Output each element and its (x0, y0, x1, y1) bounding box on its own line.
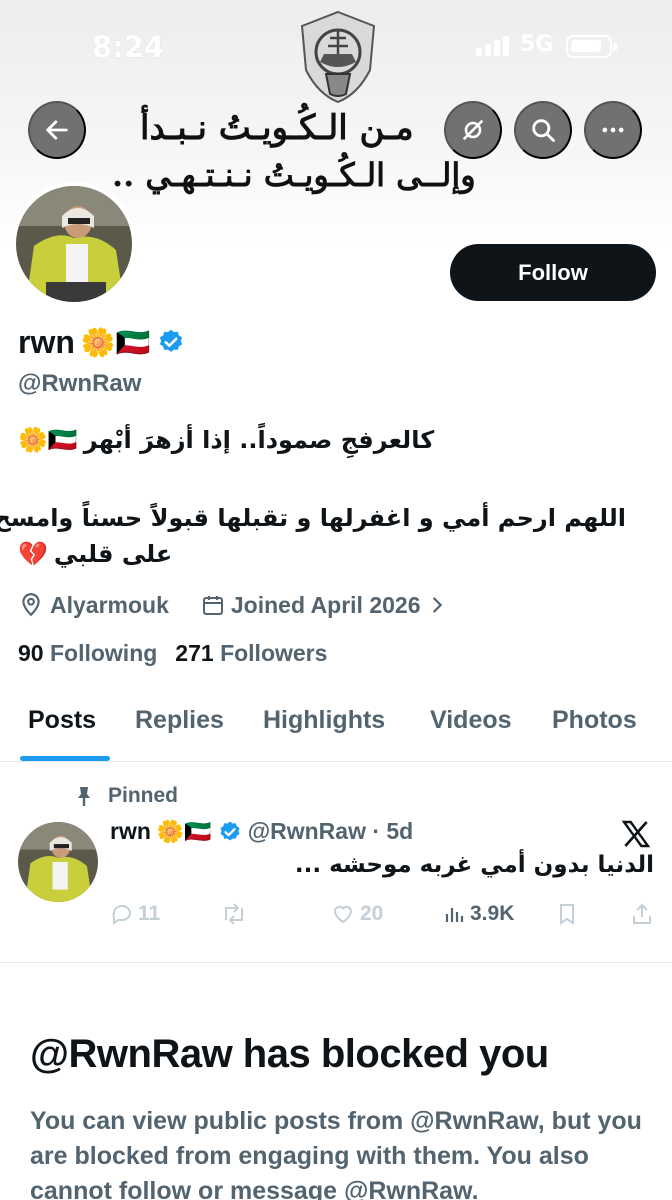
status-time: 8:24 (92, 30, 165, 64)
emblem-icon (300, 10, 376, 104)
post-header: rwn 🌼🇰🇼 @RwnRaw · 5d (110, 818, 413, 845)
location-text: Alyarmouk (50, 591, 169, 618)
like-icon (333, 905, 353, 924)
follow-button[interactable]: Follow (450, 244, 656, 301)
bookmark-button[interactable] (556, 902, 578, 926)
views-count: 3.9K (470, 902, 515, 925)
share-icon (633, 903, 651, 924)
back-arrow-icon (46, 120, 68, 140)
pin-icon (78, 787, 90, 806)
reply-button[interactable]: 11 (110, 902, 160, 926)
profile-tabs: Posts Replies Highlights Videos Photos (0, 690, 672, 762)
broken-heart-emoji: 💔 (18, 540, 48, 568)
followers-link[interactable]: 271 Followers (175, 640, 327, 667)
chevron-right-icon[interactable] (426, 594, 448, 616)
network-type: 5G (520, 32, 554, 57)
following-link[interactable]: 90 Following (18, 640, 157, 667)
tab-highlights[interactable]: Highlights (263, 706, 385, 735)
signal-icon (476, 36, 514, 56)
avatar-image (16, 186, 132, 302)
pinned-label: Pinned (108, 784, 179, 807)
banner-text-line-1: مـن الـكُـويـتُ نـبـدأ (140, 108, 414, 148)
retweet-button[interactable] (220, 902, 248, 926)
spam-icon (462, 119, 484, 141)
profile-name-row: rwn 🌼🇰🇼 (18, 320, 185, 364)
like-button[interactable]: 20 (330, 902, 383, 926)
profile-avatar[interactable] (12, 182, 136, 306)
bookmark-icon (560, 904, 574, 925)
tab-replies[interactable]: Replies (135, 706, 224, 735)
bio-line-3: 💔 على قلبي (18, 540, 172, 568)
battery-icon (566, 35, 617, 58)
bio-line-3-text: على قلبي (53, 540, 173, 568)
reply-count: 11 (138, 902, 161, 925)
verified-badge-icon[interactable] (157, 328, 185, 356)
x-logo-icon (621, 820, 651, 848)
tab-photos[interactable]: Photos (552, 706, 637, 735)
bio-line-2: اللهم ارحم أمي و اغفرلها و تقبلها قبولاً… (0, 504, 626, 532)
post-handle-time: @RwnRaw · 5d (247, 818, 414, 844)
more-button[interactable] (584, 101, 642, 159)
post-avatar-image (18, 822, 98, 902)
like-count: 20 (360, 902, 384, 925)
section-divider (0, 962, 672, 963)
back-button[interactable] (28, 101, 86, 159)
views-icon (445, 908, 464, 922)
joined-text: Joined April 2026 (230, 591, 421, 618)
post-actions: 11 20 3.9K (110, 902, 658, 938)
search-button[interactable] (514, 101, 572, 159)
banner-text-line-2: وإلــى الـكُـويـتُ نـنـتـهـي .. (112, 156, 476, 194)
location-pin-icon (22, 593, 40, 617)
post-text[interactable]: الدنيا بدون أمي غربه موحشه ... (295, 852, 654, 878)
blocked-message: You can view public posts from @RwnRaw, … (30, 1107, 642, 1200)
more-icon (602, 127, 624, 133)
views-button[interactable]: 3.9K (444, 902, 514, 926)
blocked-title: @RwnRaw has blocked you (30, 1032, 549, 1076)
bio-line-1: 🌼🇰🇼 كالعرفجِ صموداً.. إذا أزهرَ أبْهر (18, 426, 434, 454)
search-icon (532, 119, 555, 142)
display-name: rwn (18, 323, 75, 360)
post-author-emojis: 🌼🇰🇼 (156, 818, 212, 844)
retweet-icon (225, 903, 243, 925)
profile-meta: Alyarmouk Joined April 2026 (18, 588, 448, 622)
verified-badge-icon (220, 821, 240, 840)
tab-videos[interactable]: Videos (430, 706, 512, 735)
post-author-name[interactable]: rwn (110, 818, 151, 845)
bio-line-1-emojis: 🌼🇰🇼 (18, 426, 78, 454)
pinned-label-row: Pinned (74, 784, 178, 808)
active-tab-indicator (20, 756, 110, 761)
name-emojis: 🌼🇰🇼 (80, 325, 151, 359)
tab-posts[interactable]: Posts (28, 706, 96, 735)
reply-icon (112, 905, 132, 925)
share-button[interactable] (630, 902, 654, 926)
profile-handle: @RwnRaw (18, 370, 142, 397)
calendar-icon (202, 596, 223, 615)
post-avatar[interactable] (18, 822, 98, 902)
follow-counts: 90 Following 271 Followers (18, 640, 327, 667)
bio-line-1-text: كالعرفجِ صموداً.. إذا أزهرَ أبْهر (83, 426, 435, 454)
spam-button[interactable] (444, 101, 502, 159)
